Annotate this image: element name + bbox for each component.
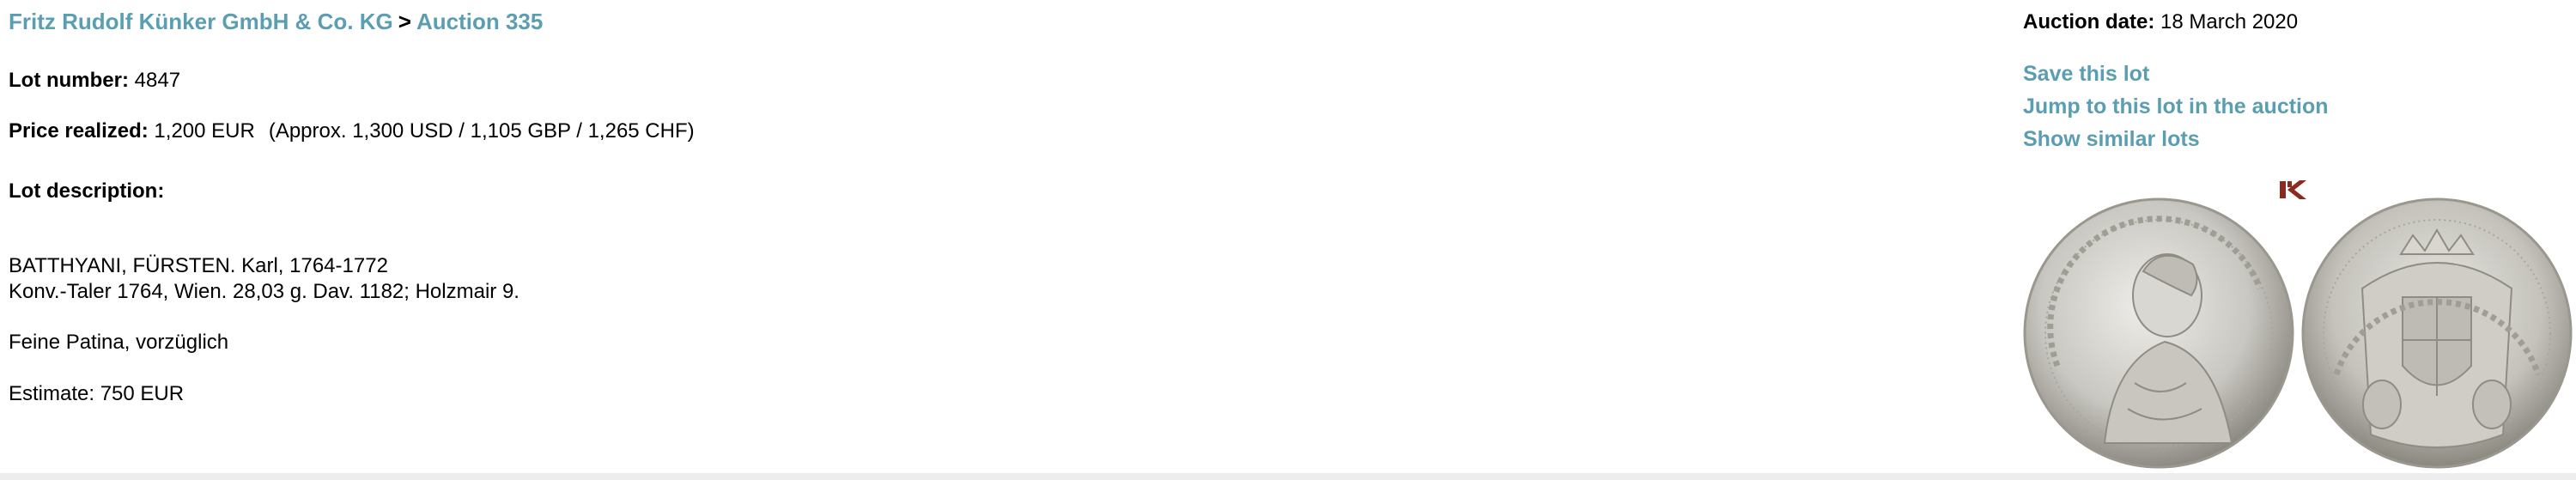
breadcrumb-house-link[interactable]: Fritz Rudolf Künker GmbH & Co. KG <box>9 9 393 34</box>
lot-page: Fritz Rudolf Künker GmbH & Co. KG > Auctio… <box>0 0 2576 480</box>
price-realized-row: Price realized: 1,200 EUR (Approx. 1,300 … <box>9 119 695 143</box>
breadcrumb-separator: > <box>398 9 411 34</box>
lot-grade: Feine Patina, vorzüglich <box>9 331 229 354</box>
lot-description-title: BATTHYANI, FÜRSTEN. Karl, 1764-1772 <box>9 254 388 277</box>
lot-description-row: Lot description: <box>9 179 164 204</box>
coin-reverse <box>2301 197 2573 469</box>
breadcrumb: Fritz Rudolf Künker GmbH & Co. KG > Auctio… <box>9 9 543 35</box>
lot-number-row: Lot number: 4847 <box>9 69 180 93</box>
breadcrumb-auction-link[interactable]: Auction 335 <box>416 9 543 34</box>
price-realized-value: 1,200 EUR <box>154 119 255 143</box>
lot-description-label: Lot description: <box>9 179 165 203</box>
lot-estimate: Estimate: 750 EUR <box>9 382 185 405</box>
lot-number-value: 4847 <box>134 69 181 92</box>
jump-to-lot-link[interactable]: Jump to this lot in the auction <box>2023 94 2329 119</box>
page-bottom-divider <box>0 473 2576 480</box>
coin-obverse <box>2023 197 2294 469</box>
auction-date-row: Auction date: 18 March 2020 <box>2023 10 2298 34</box>
price-realized-label: Price realized: <box>9 119 149 143</box>
coin-obverse-reverse-image[interactable] <box>2023 194 2573 471</box>
lot-description-detail: Konv.-Taler 1764, Wien. 28,03 g. Dav. 11… <box>9 280 519 303</box>
price-approx-value: (Approx. 1,300 USD / 1,105 GBP / 1,265 C… <box>268 119 695 143</box>
lot-number-label: Lot number: <box>9 69 129 92</box>
auction-date-value: 18 March 2020 <box>2160 10 2299 33</box>
save-lot-link[interactable]: Save this lot <box>2023 62 2149 87</box>
auction-date-label: Auction date: <box>2023 10 2155 33</box>
show-similar-lots-link[interactable]: Show similar lots <box>2023 127 2200 152</box>
